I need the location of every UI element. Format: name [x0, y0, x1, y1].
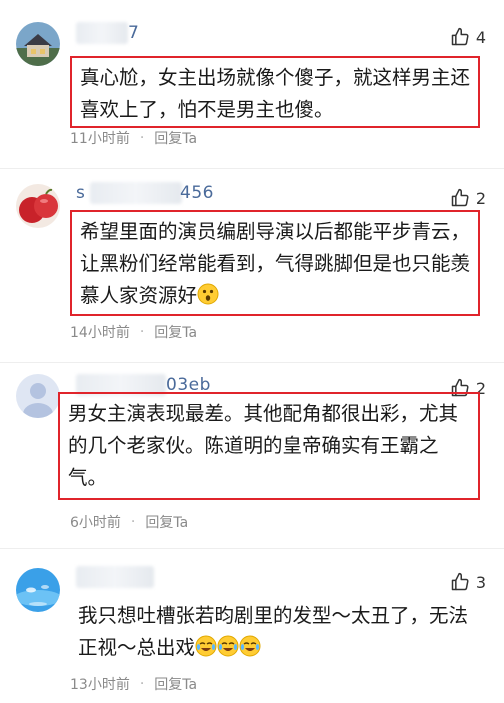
reply-button[interactable]: 回复Ta — [154, 322, 197, 342]
laughing-crying-emoji — [239, 635, 261, 657]
surprised-emoji — [197, 283, 219, 305]
comment-text: 我只想吐槽张若昀剧里的发型～太丑了，无法正视～总出戏 — [78, 604, 469, 659]
thumbs-up-icon — [451, 572, 469, 591]
like-count: 2 — [475, 188, 486, 208]
timestamp: 11小时前 — [70, 131, 130, 147]
comment-1: 7 4 真心尬，女主出场就像个傻子，就这样男主还喜欢上了，怕不是男主也傻。 11… — [0, 0, 504, 170]
laughing-crying-emoji — [217, 635, 239, 657]
comment-3: 03eb 2 男女主演表现最差。其他配角都很出彩，尤其的几个老家伙。陈道明的皇帝… — [0, 366, 504, 546]
divider — [0, 548, 504, 549]
avatar[interactable] — [16, 184, 60, 228]
comment-text: 真心尬，女主出场就像个傻子，就这样男主还喜欢上了，怕不是男主也傻。 — [70, 56, 480, 128]
reply-button[interactable]: 回复Ta — [145, 512, 188, 532]
username[interactable]: 7 — [76, 22, 156, 44]
comment-4: 3 我只想吐槽张若昀剧里的发型～太丑了，无法正视～总出戏 13小时前 · 回复T… — [0, 552, 504, 703]
like-button[interactable]: 2 — [450, 186, 486, 210]
timestamp: 13小时前 — [70, 677, 130, 693]
like-count: 3 — [475, 572, 486, 592]
separator: · — [139, 324, 145, 340]
timestamp: 14小时前 — [70, 325, 130, 341]
reply-button[interactable]: 回复Ta — [154, 128, 197, 148]
avatar[interactable] — [16, 374, 60, 418]
separator: · — [130, 514, 136, 530]
username[interactable]: s 456 — [76, 182, 216, 204]
avatar[interactable] — [16, 22, 60, 66]
divider — [0, 168, 504, 169]
comment-text: 希望里面的演员编剧导演以后都能平步青云，让黑粉们经常能看到，气得跳脚但是也只能羡… — [70, 210, 480, 316]
username[interactable] — [76, 566, 166, 588]
avatar[interactable] — [16, 568, 60, 612]
like-button[interactable]: 3 — [450, 570, 486, 594]
comment-text: 男女主演表现最差。其他配角都很出彩，尤其的几个老家伙。陈道明的皇帝确实有王霸之气… — [58, 392, 480, 500]
laughing-crying-emoji — [195, 635, 217, 657]
timestamp: 6小时前 — [70, 515, 121, 531]
separator: · — [139, 130, 145, 146]
divider — [0, 362, 504, 363]
reply-button[interactable]: 回复Ta — [154, 674, 197, 694]
thumbs-up-icon — [451, 27, 469, 46]
like-button[interactable]: 4 — [450, 25, 486, 49]
separator: · — [139, 676, 145, 692]
like-count: 4 — [475, 27, 486, 47]
thumbs-up-icon — [451, 188, 469, 207]
comment-2: s 456 2 希望里面的演员编剧导演以后都能平步青云，让黑粉们经常能看到，气得… — [0, 170, 504, 368]
